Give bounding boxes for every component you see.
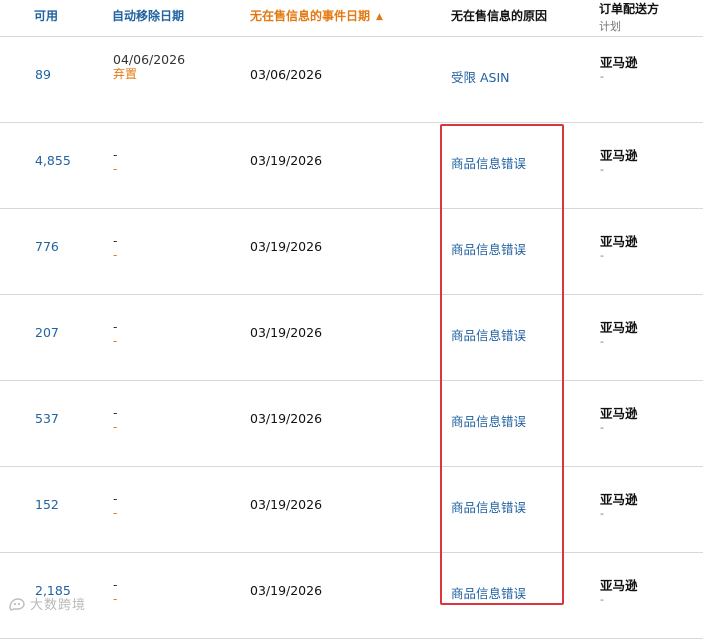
- fulfillment-cell: 亚马逊 -: [600, 231, 638, 262]
- fulfillment-cell: 亚马逊 -: [600, 489, 638, 520]
- available-quantity-link[interactable]: 4,855: [35, 153, 71, 168]
- available-quantity-link[interactable]: 89: [35, 67, 51, 82]
- auto-removal-cell: --: [113, 233, 118, 263]
- available-quantity-link[interactable]: 776: [35, 239, 59, 254]
- column-header-event-date[interactable]: 无在售信息的事件日期 ▲: [250, 7, 383, 24]
- fulfillment-plan: -: [600, 421, 604, 434]
- column-header-reason: 无在售信息的原因: [451, 9, 548, 23]
- available-quantity-link[interactable]: 207: [35, 325, 59, 340]
- column-header-auto-removal-date[interactable]: 自动移除日期: [112, 7, 184, 24]
- fulfillment-plan: -: [600, 507, 604, 520]
- column-header-event-date-label: 无在售信息的事件日期: [250, 9, 371, 23]
- fulfillment-plan: -: [600, 249, 604, 262]
- column-header-fulfillment: 订单配送方 计划: [599, 0, 659, 34]
- auto-removal-date: -: [113, 147, 118, 162]
- reason-link[interactable]: 受限 ASIN: [451, 67, 510, 86]
- fulfillment-channel: 亚马逊: [600, 148, 638, 163]
- fulfillment-channel: 亚马逊: [600, 578, 638, 593]
- event-date: 03/19/2026: [250, 583, 323, 598]
- fulfillment-cell: 亚马逊 -: [600, 52, 638, 83]
- fulfillment-channel: 亚马逊: [600, 406, 638, 421]
- fulfillment-cell: 亚马逊 -: [600, 403, 638, 434]
- auto-removal-cell: --: [113, 577, 118, 607]
- table-row: 4,855- -03/19/2026 商品信息错误 亚马逊 -: [0, 123, 703, 209]
- table-row: 207- -03/19/2026 商品信息错误 亚马逊 -: [0, 295, 703, 381]
- auto-removal-cell: 04/06/2026 弃置: [113, 52, 185, 82]
- fulfillment-channel: 亚马逊: [600, 320, 638, 335]
- fulfillment-channel: 亚马逊: [600, 234, 638, 249]
- auto-removal-cell: --: [113, 405, 118, 435]
- fulfillment-plan: -: [600, 163, 604, 176]
- watermark-logo-icon: [9, 598, 25, 611]
- auto-removal-action: -: [113, 248, 118, 262]
- watermark-text: 大数跨境: [30, 598, 87, 613]
- auto-removal-action: -: [113, 334, 118, 348]
- sort-ascending-icon: ▲: [376, 12, 383, 22]
- auto-removal-action: -: [113, 506, 118, 520]
- table-row: 537- -03/19/2026 商品信息错误 亚马逊 -: [0, 381, 703, 467]
- event-date: 03/19/2026: [250, 411, 323, 426]
- available-quantity-link[interactable]: 152: [35, 497, 59, 512]
- auto-removal-date: -: [113, 319, 118, 334]
- watermark: 大数跨境: [8, 594, 86, 613]
- auto-removal-date: -: [113, 233, 118, 248]
- fulfillment-channel: 亚马逊: [600, 55, 638, 70]
- auto-removal-cell: --: [113, 491, 118, 521]
- column-header-fulfillment-label: 订单配送方: [599, 2, 660, 16]
- auto-removal-date: -: [113, 491, 118, 506]
- event-date: 03/19/2026: [250, 325, 323, 340]
- auto-removal-date: -: [113, 405, 118, 420]
- table-row: 2,185- -03/19/2026 商品信息错误 亚马逊 -: [0, 553, 703, 639]
- column-header-fulfillment-sub: 计划: [599, 20, 621, 33]
- available-quantity-link[interactable]: 537: [35, 411, 59, 426]
- event-date: 03/19/2026: [250, 497, 323, 512]
- auto-removal-action: -: [113, 420, 118, 434]
- table-header: 可用 自动移除日期 无在售信息的事件日期 ▲ 无在售信息的原因 订单配送方计划: [0, 0, 703, 37]
- table-row: 89 04/06/2026 弃置 03/06/2026 受限 ASIN 亚马逊 -: [0, 37, 703, 123]
- auto-removal-cell: --: [113, 319, 118, 349]
- auto-removal-action: 弃置: [113, 67, 138, 81]
- auto-removal-action: -: [113, 162, 118, 176]
- table-row: 776- -03/19/2026 商品信息错误 亚马逊 -: [0, 209, 703, 295]
- auto-removal-action: -: [113, 592, 118, 606]
- event-date: 03/19/2026: [250, 153, 323, 168]
- auto-removal-date: 04/06/2026: [113, 52, 186, 67]
- fulfillment-channel: 亚马逊: [600, 492, 638, 507]
- fulfillment-cell: 亚马逊 -: [600, 575, 638, 606]
- auto-removal-date: -: [113, 577, 118, 592]
- fulfillment-cell: 亚马逊 -: [600, 317, 638, 348]
- auto-removal-cell: --: [113, 147, 118, 177]
- fulfillment-plan: -: [600, 70, 604, 83]
- fulfillment-cell: 亚马逊 -: [600, 145, 638, 176]
- event-date: 03/06/2026: [250, 67, 323, 82]
- table-row: 152- -03/19/2026 商品信息错误 亚马逊 -: [0, 467, 703, 553]
- event-date: 03/19/2026: [250, 239, 323, 254]
- highlight-annotation-box: [440, 124, 564, 605]
- fulfillment-plan: -: [600, 593, 604, 606]
- fulfillment-plan: -: [600, 335, 604, 348]
- column-header-available[interactable]: 可用: [34, 7, 58, 24]
